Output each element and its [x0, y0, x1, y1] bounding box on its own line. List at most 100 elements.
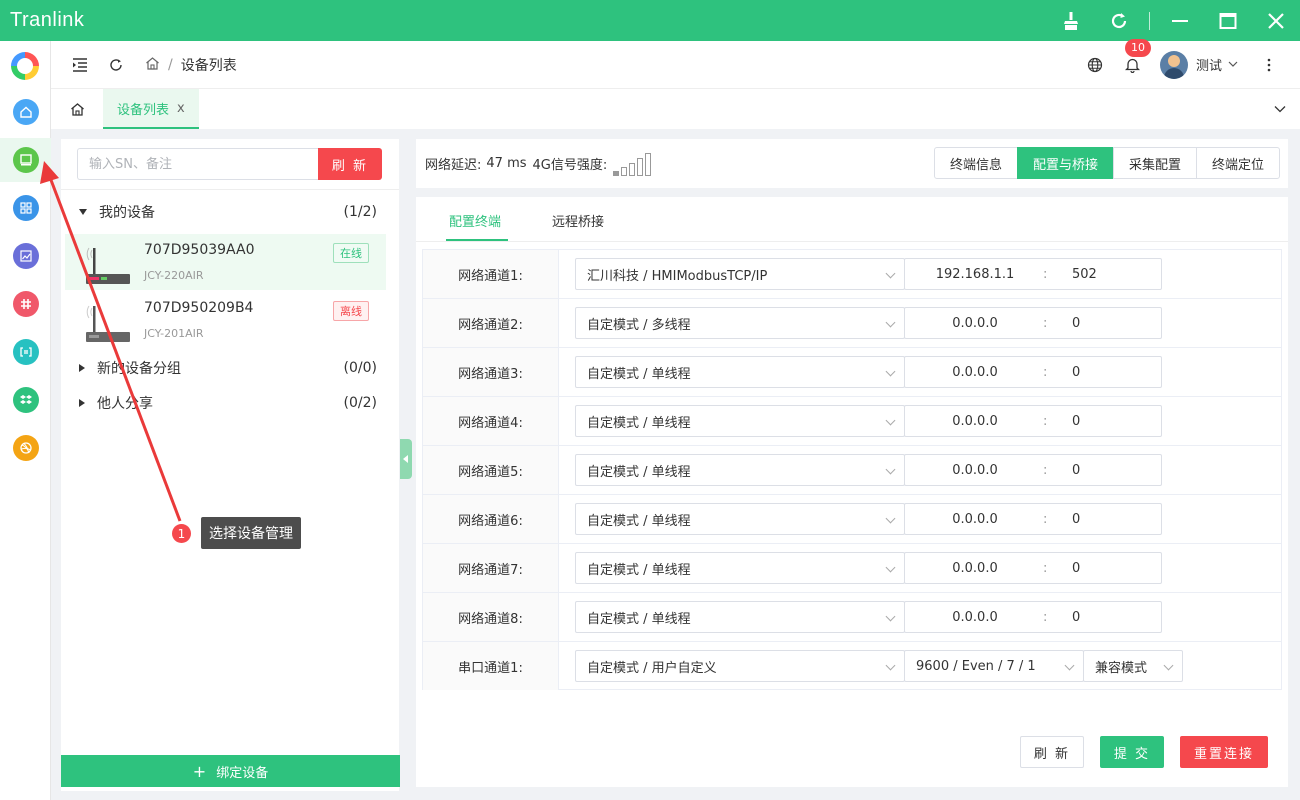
signal-strength-icon: [613, 152, 652, 176]
channel-mode-select[interactable]: 自定模式 / 单线程: [575, 356, 905, 388]
bind-device-label: 绑定设备: [216, 765, 269, 781]
device-refresh-button[interactable]: 刷 新: [318, 148, 382, 180]
device-item[interactable]: 707D950209B4 JCY-201AIR 离线: [65, 292, 386, 348]
ip-port-separator: :: [1043, 365, 1048, 380]
tab-terminal-location[interactable]: 终端定位: [1195, 147, 1280, 179]
device-group-mine[interactable]: 我的设备 (1/2): [61, 197, 399, 227]
subtab-config-terminal[interactable]: 配置终端: [449, 211, 501, 230]
channel-label: 网络通道3:: [423, 348, 559, 396]
subtab-remote-bridge[interactable]: 远程桥接: [552, 211, 604, 230]
config-panel: 配置终端 远程桥接 网络通道1: 汇川科技 / HMIModbusTCP/IP …: [416, 197, 1288, 787]
latency-label: 网络延迟:: [425, 158, 482, 173]
rail-item-chart[interactable]: [0, 234, 51, 278]
channel-mode-select[interactable]: 自定模式 / 单线程: [575, 405, 905, 437]
channel-label: 网络通道6:: [423, 495, 559, 543]
rail-item-home[interactable]: [0, 90, 51, 134]
channel-mode-select[interactable]: 自定模式 / 单线程: [575, 552, 905, 584]
device-search-input[interactable]: [77, 148, 318, 180]
broom-icon[interactable]: [1047, 0, 1095, 41]
select-value: 9600 / Even / 7 / 1: [916, 658, 1036, 674]
channel-mode-select[interactable]: 自定模式 / 多线程: [575, 307, 905, 339]
status-badge: 离线: [333, 301, 369, 321]
ip-port-input[interactable]: 0.0.0.0: 0: [904, 307, 1162, 339]
device-group-shared[interactable]: 他人分享 (0/2): [61, 388, 399, 418]
channel-mode-select[interactable]: 汇川科技 / HMIModbusTCP/IP: [575, 258, 905, 290]
window-separator: [1149, 11, 1150, 30]
notification-bell-icon[interactable]: 10: [1116, 38, 1151, 82]
tab-close-icon[interactable]: x: [177, 101, 185, 116]
group-label: 我的设备: [99, 205, 155, 221]
port-value: 0: [1072, 610, 1081, 625]
tab-terminal-info[interactable]: 终端信息: [933, 147, 1018, 179]
rail-item-kbd[interactable]: [0, 330, 51, 374]
user-menu[interactable]: 测试: [1159, 50, 1238, 79]
breadcrumb-home-icon[interactable]: [145, 56, 160, 74]
select-value: 自定模式 / 单线程: [587, 611, 691, 627]
table-row: 网络通道5: 自定模式 / 单线程 0.0.0.0: 0: [423, 446, 1281, 495]
table-row: 网络通道2: 自定模式 / 多线程 0.0.0.0: 0: [423, 299, 1281, 348]
tab-device-list[interactable]: 设备列表 x: [103, 89, 199, 129]
icon-rail: [0, 41, 51, 800]
ip-value: 0.0.0.0: [952, 365, 998, 380]
menu-fold-icon[interactable]: [63, 48, 97, 82]
ip-port-input[interactable]: 0.0.0.0: 0: [904, 356, 1162, 388]
rail-item-dropbox[interactable]: [0, 378, 51, 422]
serial-mode-select[interactable]: 自定模式 / 用户自定义: [575, 650, 905, 682]
bracket-icon: [12, 339, 39, 365]
chevron-down-icon: [885, 660, 896, 671]
signal-label: 4G信号强度:: [532, 158, 608, 173]
maximize-icon[interactable]: [1204, 0, 1252, 41]
ip-port-input[interactable]: 192.168.1.1: 502: [904, 258, 1162, 290]
select-value: 汇川科技 / HMIModbusTCP/IP: [587, 268, 768, 284]
tabs-dropdown-chevron-icon[interactable]: [1260, 89, 1300, 129]
device-group-new[interactable]: 新的设备分组 (0/0): [61, 353, 399, 383]
tab-collect-config[interactable]: 采集配置: [1112, 147, 1197, 179]
rail-item-dribbble[interactable]: [0, 426, 51, 470]
serial-params-select[interactable]: 9600 / Even / 7 / 1: [904, 650, 1084, 682]
channel-table: 网络通道1: 汇川科技 / HMIModbusTCP/IP 192.168.1.…: [422, 249, 1282, 690]
tab-config-bridge[interactable]: 配置与桥接: [1016, 147, 1114, 179]
page-tabs: 设备列表 x: [51, 89, 1300, 129]
ip-value: 0.0.0.0: [952, 316, 998, 331]
tab-home-icon[interactable]: [51, 89, 103, 129]
panel-collapse-handle[interactable]: [400, 439, 412, 479]
chevron-down-icon: [1228, 57, 1238, 72]
chevron-down-icon: [1163, 660, 1174, 671]
config-subtabs: 配置终端 远程桥接: [416, 197, 1288, 242]
ip-port-input[interactable]: 0.0.0.0: 0: [904, 454, 1162, 486]
title-bar: Tranlink: [0, 0, 1300, 41]
select-value: 自定模式 / 单线程: [587, 562, 691, 578]
ip-port-input[interactable]: 0.0.0.0: 0: [904, 601, 1162, 633]
close-icon[interactable]: [1252, 0, 1300, 41]
rail-item-device-manage[interactable]: [0, 138, 51, 182]
select-value: 自定模式 / 用户自定义: [587, 660, 717, 676]
channel-mode-select[interactable]: 自定模式 / 单线程: [575, 454, 905, 486]
bind-device-button[interactable]: + 绑定设备: [61, 755, 400, 787]
ip-port-input[interactable]: 0.0.0.0: 0: [904, 552, 1162, 584]
tab-label: 设备列表: [117, 102, 170, 118]
refresh-icon[interactable]: [1095, 0, 1143, 41]
ip-port-separator: :: [1043, 414, 1048, 429]
device-item[interactable]: 707D95039AA0 JCY-220AIR 在线: [65, 234, 386, 290]
divider: [61, 189, 399, 190]
port-value: 0: [1072, 414, 1081, 429]
rail-item-apps[interactable]: [0, 186, 51, 230]
port-value: 0: [1072, 316, 1081, 331]
compat-mode-select[interactable]: 兼容模式: [1083, 650, 1183, 682]
reset-connection-button[interactable]: 重置连接: [1180, 736, 1268, 768]
reload-icon[interactable]: [99, 48, 133, 82]
minimize-icon[interactable]: [1156, 0, 1204, 41]
chevron-down-icon: [885, 513, 896, 524]
device-model: JCY-220AIR: [144, 269, 204, 282]
language-globe-icon[interactable]: [1078, 48, 1112, 82]
ip-port-input[interactable]: 0.0.0.0: 0: [904, 503, 1162, 535]
more-vertical-icon[interactable]: [1252, 48, 1286, 82]
rail-item-slack[interactable]: [0, 282, 51, 326]
config-refresh-button[interactable]: 刷 新: [1020, 736, 1084, 768]
latency-value: 47 ms: [486, 156, 527, 171]
submit-button[interactable]: 提 交: [1100, 736, 1164, 768]
ip-value: 0.0.0.0: [952, 463, 998, 478]
channel-mode-select[interactable]: 自定模式 / 单线程: [575, 503, 905, 535]
channel-mode-select[interactable]: 自定模式 / 单线程: [575, 601, 905, 633]
ip-port-input[interactable]: 0.0.0.0: 0: [904, 405, 1162, 437]
